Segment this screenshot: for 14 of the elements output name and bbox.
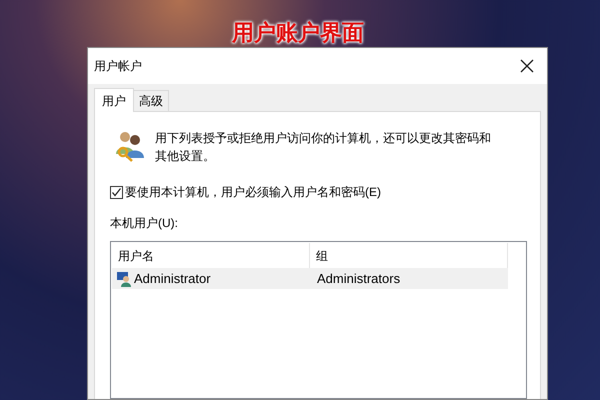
require-password-checkbox[interactable]: 要使用本计算机，用户必须输入用户名和密码(E)	[110, 183, 525, 201]
user-row[interactable]: Administrator Administrators	[112, 268, 508, 289]
tab[interactable]: 高级	[134, 90, 169, 111]
users-label: 本机用户(U):	[110, 215, 179, 232]
tab[interactable]: 用户	[94, 88, 134, 112]
intro-text: 用下列表授予或拒绝用户访问你的计算机，还可以更改其密码和其他设置。	[155, 130, 492, 165]
checkmark-icon	[111, 186, 122, 198]
table-cell-text: Administrator	[134, 270, 211, 288]
caption: 用户账户界面	[232, 19, 364, 47]
window-title: 用户帐户	[94, 58, 142, 75]
checkbox[interactable]	[110, 186, 123, 198]
user-computer-icon	[116, 270, 132, 286]
close-icon	[520, 59, 534, 73]
table-cell-text: Administrators	[316, 270, 400, 288]
